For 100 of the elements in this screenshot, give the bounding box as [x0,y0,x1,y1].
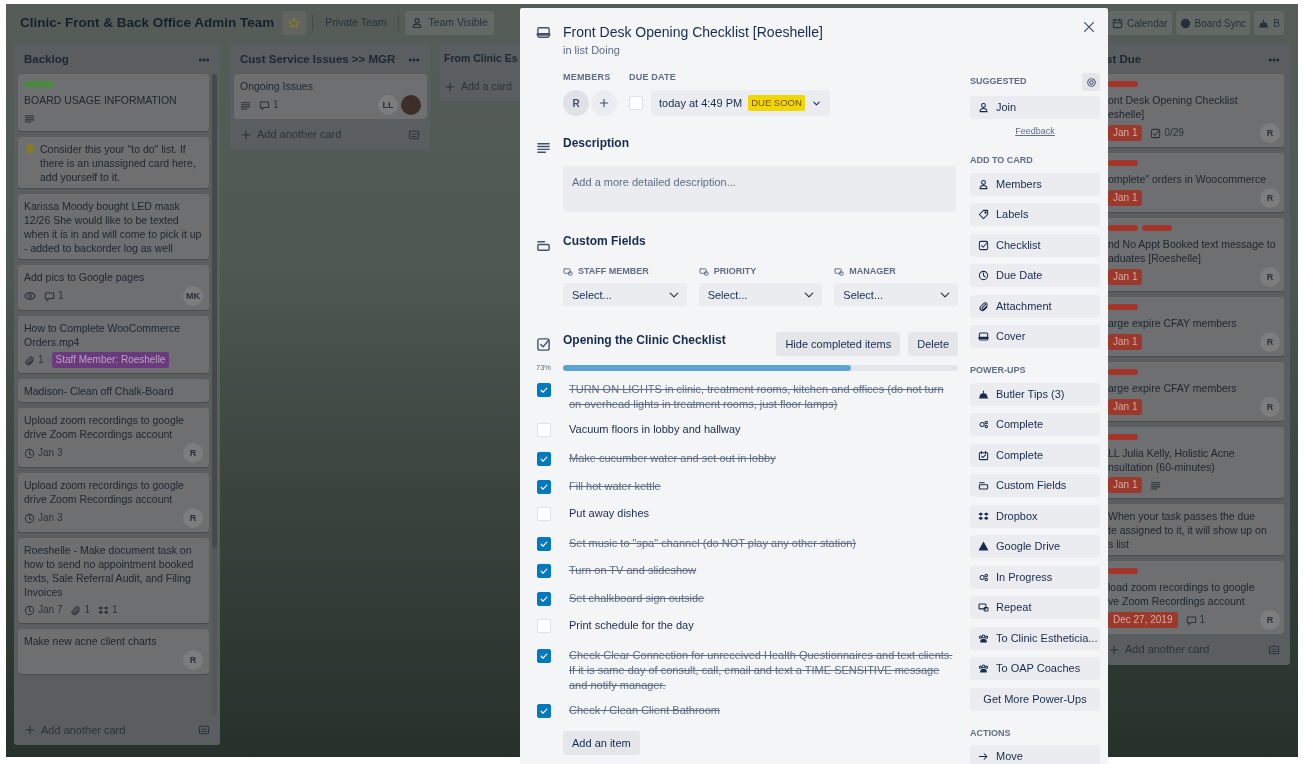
checklist-item: Put away dishes [569,506,650,522]
select-field[interactable]: Select... [834,283,958,307]
list-link[interactable]: Doing [591,44,620,56]
avatar: R [1260,332,1280,353]
checkbox[interactable] [537,703,551,718]
description-field[interactable]: Add a more detailed description... [563,166,956,213]
avatar: R [1260,610,1280,631]
checklist-item: Make cucumber water and set out in lobby [569,451,776,467]
field-label: PRIORITY [713,264,757,278]
sidebar-button[interactable]: Repeat [970,596,1100,619]
screens-icon [834,266,845,277]
card[interactable]: Ongoing Issues 1 LL [234,74,427,120]
card[interactable]: Make new acne client charts R [18,629,209,675]
feedback-link[interactable]: Feedback [970,124,1100,138]
checkbox[interactable] [537,382,551,397]
section-heading: Custom Fields [563,234,646,249]
card-title: Front Desk Opening Checklist [Roeshelle] [563,23,823,42]
due-date-label: Jan 3 [24,511,63,526]
card-title-line: When your task passes the due [1108,509,1257,524]
boxes-icon [98,604,110,616]
star-icon [288,17,301,29]
sidebar-button[interactable]: Cover [970,325,1100,348]
add-item-button[interactable]: Add an item [563,731,640,756]
card[interactable]: LL Julia Kelly, Holistic Acne nsultation (60-minutes) Jan 1 [1106,427,1284,499]
list-caption: in list [563,44,589,56]
card[interactable]: arge expire CFAY members Jan 1 R [1106,362,1284,422]
star-button[interactable] [282,11,307,35]
sidebar-button[interactable]: In Progress [970,565,1100,589]
card[interactable]: When your task passes the due te assigned to it, it will show up on s list [1106,504,1284,556]
checkbox[interactable] [537,452,551,467]
checkbox[interactable] [537,648,551,663]
sidebar-button[interactable]: Get More Power-Ups [970,687,1100,711]
settings-button[interactable] [1082,73,1100,91]
checklist-item: Vacuum floors in lobby and hallway [569,421,741,437]
card-title: Upload zoom recordings to google drive Zoom Recordings account [24,478,185,507]
checklist-item: Set music to "spa" channel (do NOT play any other station) [569,535,857,551]
list-title: Cust Service Issues >> MGR [240,52,396,67]
card-title-line: nsultation (60-minutes) [1108,460,1216,475]
sidebar-button[interactable]: Move [970,745,1100,764]
due-date-button[interactable]: today at 4:49 PM DUE SOON [651,90,830,116]
sidebar-button[interactable]: Complete [970,413,1100,436]
card[interactable]: Madison- Clean off Chalk-Board [18,379,209,403]
card[interactable]: Upload zoom recordings to google drive Zoom Recordings account Jan 3 R [18,408,209,468]
card[interactable]: ont Desk Opening Checklist eshelle] Jan 1 0/29 R [1106,74,1284,148]
section-heading: Opening the Clinic Checklist [563,333,727,348]
card[interactable]: BOARD USAGE INFORMATION [18,74,209,132]
sidebar-button[interactable]: Google Drive [970,535,1100,558]
card-title: Add pics to Google pages [24,270,146,285]
card[interactable]: Upload zoom recordings to google drive Zoom Recordings account Jan 3 R [18,473,209,533]
card-title-line: LL Julia Kelly, Holistic Acne [1108,446,1236,461]
sidebar-button[interactable]: Attachment [970,294,1100,318]
card[interactable]: Consider this your "to do" list. If there is an unassigned card here, add yourself to it. [18,137,209,189]
calendar-icon [1112,17,1123,29]
clock-icon [24,512,35,524]
sidebar-button[interactable]: Due Date [970,264,1100,287]
card[interactable]: Roeshelle - Make document task on how to send no appointment booked texts, Sale Referral Audit, and Filing Invoices Jan 7 1 1 [18,538,209,624]
circle-icon [1179,17,1191,29]
card-title-line: arge expire CFAY members [1108,381,1238,396]
sidebar-button[interactable]: Dropbox [970,504,1100,528]
card-title: Consider this your "to do" list. If there is an unassigned card here, add yourself to it. [40,142,197,185]
avatar: R [1260,188,1280,209]
gears-icon [978,419,989,430]
comment-icon [259,99,270,111]
sidebar-button[interactable]: Members [970,172,1100,196]
sidebar-button[interactable]: Labels [970,203,1100,226]
add-member-button[interactable] [591,90,617,116]
card[interactable]: arge expire CFAY members Jan 1 R [1106,297,1284,357]
sidebar-button[interactable]: Custom Fields [970,474,1100,497]
checkbox[interactable] [537,564,551,579]
close-icon [1082,20,1096,34]
screens-icon [563,266,573,277]
section-heading: SUGGESTED [970,75,1027,89]
hide-completed-button[interactable]: Hide completed items [776,332,901,357]
sidebar-button[interactable]: Butler Tips (3) [970,382,1100,406]
sidebar-button[interactable]: Checklist [970,233,1100,257]
delete-button[interactable]: Delete [908,332,958,357]
card[interactable]: load zoom recordings to google ve Zoom Recordings account Dec 27, 2019 1 R [1106,561,1284,635]
checkbox[interactable] [537,479,551,494]
comment-icon [44,290,55,302]
card[interactable]: nd No Appt Booked text message to aduates [Roeshelle] Jan 1 R [1106,218,1284,292]
card-title: Upload zoom recordings to google drive Zoom Recordings account [24,413,185,442]
text-lines-icon [240,99,251,111]
card[interactable]: Karissa Moody bought LED mask 12/26 She would like to be texted when it is in and will come to pick it up - added to backorder log as well [18,194,209,260]
select-field[interactable]: Select... [698,283,823,307]
sidebar-button[interactable]: To Clinic Estheticia... [970,626,1100,650]
avatar[interactable]: R [563,90,589,116]
sidebar-button[interactable]: Join [970,96,1100,119]
card[interactable]: Add pics to Google pages 1 MK [18,265,209,311]
sidebar-button[interactable]: Complete [970,443,1100,467]
card[interactable]: How to Complete WooCommerce Orders.mp4 1 Staff Member: Roeshelle [18,316,209,374]
checklist-item: Turn on TV and slideshow [569,563,697,579]
plus-icon [24,723,36,736]
card-title-line: ont Desk Opening Checklist [1108,93,1239,108]
sidebar-button[interactable]: To OAP Coaches [970,657,1100,680]
person-icon [978,102,989,113]
checkbox[interactable] [537,591,551,606]
select-field[interactable]: Select... [563,283,687,307]
fields-icon [536,238,551,254]
card[interactable]: omplete" orders in Woocommerce Jan 1 R [1106,153,1284,213]
checkbox[interactable] [537,536,551,551]
